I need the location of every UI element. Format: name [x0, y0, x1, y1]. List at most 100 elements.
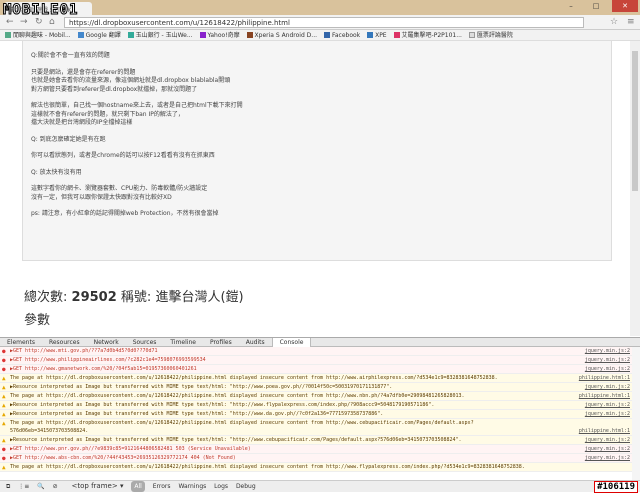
console-message: ▲ ▶Resource interpreted as Image but tran… [0, 436, 632, 445]
stats-heading: 總次數: 29502 稱號: 進擊台灣人(鎧) [24, 290, 244, 305]
page-content: Q:關於會不會一直有效的問題只要是網站，還是會存在referer的問題 也就是她會… [0, 41, 630, 336]
console-message: ● ▶GET http://www.gmanetwork.com/%20/?04f… [0, 365, 632, 374]
error-icon: ● [2, 446, 6, 453]
source-link[interactable]: philippine.html:1 [579, 374, 630, 382]
console-scrollbar[interactable] [632, 347, 640, 480]
message-text: The page at https://dl.dropboxuserconten… [10, 420, 474, 434]
article-line: 這數字看你的網卡、瀏覽器套數、CPU能力、防毒軟體/防火牆設定 [31, 185, 208, 192]
bookmark[interactable]: Yahoo!奇摩 [199, 30, 240, 41]
error-icon: ● [2, 357, 6, 364]
minimize-button[interactable]: – [560, 0, 582, 12]
article-line: 這樣就不會有referer的問題，就只剩下ban IP的解法了， [31, 110, 184, 118]
source-link[interactable]: jquery.min.js:2 [585, 356, 630, 364]
warning-icon: ▲ [2, 411, 6, 418]
bookmark[interactable]: 匯票評論醫院 [468, 30, 513, 41]
filter-logs[interactable]: Logs [214, 481, 228, 492]
console-toolbar: ⧉ ⋮≡ 🔍 ⊘ <top frame> ▾ All Errors Warnin… [0, 480, 640, 493]
console-message: ▲ The page at https://dl.dropboxuserconte… [0, 419, 632, 436]
bookmark[interactable]: 閒聊與趣味 - Mobil... [5, 30, 71, 41]
warning-icon: ▲ [2, 384, 6, 391]
article-line: 你可以看狀態列，或者是chrome的話可以按F12看看有沒有在抓東西 [31, 152, 215, 159]
filter-all[interactable]: All [131, 481, 145, 492]
message-text: ▶GET http://www.gmanetwork.com/%20/?04f5… [10, 366, 197, 372]
filter-debug[interactable]: Debug [236, 481, 256, 492]
source-link[interactable]: philippine.html:1 [579, 427, 630, 435]
message-text: ▶GET http://www.philippineairlines.com/?… [10, 357, 206, 363]
url-input[interactable]: https://dl.dropboxusercontent.com/u/1261… [64, 17, 584, 28]
bookmark[interactable]: XPE [367, 30, 387, 41]
source-link[interactable]: jquery.min.js:2 [585, 401, 630, 409]
source-link[interactable]: jquery.min.js:2 [585, 365, 630, 373]
message-text: ▶GET http://www.abs-cbn.com/%20/?44f4345… [10, 455, 236, 461]
warning-icon: ▲ [2, 375, 6, 382]
message-text: ▶GET http://www.pnr.gov.ph//?e9839c85=91… [10, 446, 251, 452]
bookmark[interactable]: Xperia S Android D... [246, 30, 317, 41]
article-line: 擋大決就是把台灣網段的IP全擋掉這樣 [31, 119, 133, 126]
console-message: ▲ The page at https://dl.dropboxuserconte… [0, 374, 632, 383]
menu-icon[interactable]: ≡ [627, 17, 635, 27]
forward-icon[interactable]: → [20, 17, 28, 27]
frame-select[interactable]: <top frame> ▾ [66, 481, 124, 492]
message-text: The page at https://dl.dropboxuserconten… [10, 375, 498, 381]
console-message: ▲ ▶Resource interpreted as Image but tran… [0, 401, 632, 410]
warning-icon: ▲ [2, 402, 6, 409]
home-icon[interactable]: ⌂ [49, 17, 55, 27]
source-link[interactable]: jquery.min.js:2 [585, 347, 630, 355]
article-line: Q:關於會不會一直有效的問題 [31, 52, 110, 59]
article-paragraph: 解法也很簡單，自己找一個hostname來上去，或者是自己把html下載下來打開… [31, 102, 603, 128]
article-paragraph: 你可以看狀態列，或者是chrome的話可以按F12看看有沒有在抓東西 [31, 152, 603, 161]
reload-icon[interactable]: ↻ [35, 17, 43, 27]
article-paragraph: Q:關於會不會一直有效的問題 [31, 52, 603, 61]
search-icon[interactable]: 🔍 [37, 481, 44, 492]
bookmarks-bar: 閒聊與趣味 - Mobil... Google 翻譯 玉山銀行 - 玉山We..… [0, 30, 640, 41]
error-icon: ● [2, 348, 6, 355]
source-link[interactable]: philippine.html:1 [579, 392, 630, 400]
article-line: Q: 到底怎麼確定她是有在跑 [31, 135, 106, 143]
star-icon[interactable]: ☆ [610, 17, 618, 27]
source-link[interactable]: jquery.min.js:2 [585, 454, 630, 462]
source-link[interactable]: jquery.min.js:2 [585, 445, 630, 453]
params-heading: 參數 [24, 313, 51, 328]
article-paragraph: 這數字看你的網卡、瀏覽器套數、CPU能力、防毒軟體/防火牆設定 沒有一定，但我可以… [31, 185, 603, 202]
article-paragraph: Q: 放太快有沒有用 [31, 169, 603, 178]
warning-icon: ▲ [2, 420, 6, 427]
error-icon: ● [2, 366, 6, 373]
message-text: ▶Resource interpreted as Image but trans… [10, 402, 435, 408]
page-scrollbar[interactable] [630, 41, 640, 336]
bookmark[interactable]: 艾羅集擊吧-P2P101... [393, 30, 462, 41]
article-paragraph: ps: 請注意，有小紅傘的話記得關掉web Protection，不然有很會當掉 [31, 210, 603, 219]
warning-icon: ▲ [2, 393, 6, 400]
console-message: ● ▶GET http://www.abs-cbn.com/%20/?44f434… [0, 454, 632, 463]
source-link[interactable]: jquery.min.js:2 [585, 383, 630, 391]
close-button[interactable]: ✕ [612, 0, 638, 12]
title-bar: 自然閃斷 遊戲 STTATK MOBILE01 – □ ✕ [0, 0, 640, 19]
message-text: The page at https://dl.dropboxuserconten… [10, 464, 525, 470]
dock-icon[interactable]: ⧉ [6, 481, 10, 492]
title-value: 進擊台灣人(鎧) [155, 290, 244, 305]
message-text: The page at https://dl.dropboxuserconten… [10, 393, 465, 399]
source-link[interactable]: jquery.min.js:2 [585, 410, 630, 418]
bookmark[interactable]: Google 翻譯 [77, 30, 121, 41]
source-link[interactable]: jquery.min.js:2 [585, 436, 630, 444]
message-text: ▶Resource interpreted as Image but trans… [10, 411, 384, 417]
filter-errors[interactable]: Errors [153, 481, 171, 492]
console-message: ▲ ▶Resource interpreted as Image but tran… [0, 383, 632, 392]
console-message: ● ▶GET http://www.mti.gov.ph/??7a7d0b4d5?… [0, 347, 632, 356]
maximize-button[interactable]: □ [584, 0, 608, 12]
article-line: 解法也很簡單，自己找一個hostname來上去，或者是自己把html下載下來打開 [31, 102, 243, 109]
article-line: Q: 放太快有沒有用 [31, 168, 82, 176]
article-paragraph: 只要是網站，還是會存在referer的問題 也就是她會去看你的流量來源，像這個網址… [31, 69, 603, 95]
clear-icon[interactable]: ⋮≡ [18, 481, 29, 492]
console-message: ▲ The page at https://dl.dropboxuserconte… [0, 392, 632, 401]
message-text: ▶GET http://www.mti.gov.ph/??7a7d0b4d5?0… [10, 348, 158, 354]
no-entry-icon[interactable]: ⊘ [53, 481, 58, 492]
console-message: ▲ ▶Resource interpreted as Image but tran… [0, 410, 632, 419]
error-count[interactable]: #106119 [594, 481, 638, 493]
article-line: 也就是她會去看你的流量來源，像這個網址就是dl.dropbox blablabl… [31, 77, 231, 84]
bookmark[interactable]: Facebook [323, 30, 360, 41]
address-bar: ← → ↻ ⌂ https://dl.dropboxusercontent.co… [0, 15, 640, 30]
back-icon[interactable]: ← [6, 17, 14, 27]
console-message: ▲ The page at https://dl.dropboxuserconte… [0, 463, 632, 472]
filter-warnings[interactable]: Warnings [178, 481, 206, 492]
bookmark[interactable]: 玉山銀行 - 玉山We... [127, 30, 193, 41]
